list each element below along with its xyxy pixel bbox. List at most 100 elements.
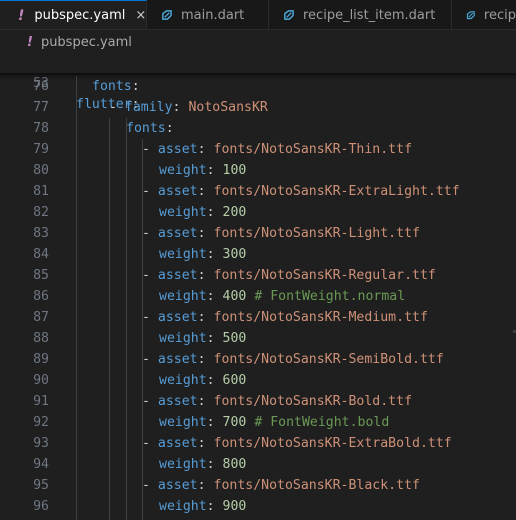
colon: :: [197, 226, 206, 241]
code-text: - asset: fonts/NotoSansKR-Light.ttf: [142, 223, 420, 244]
yaml-value: fonts/NotoSansKR-Thin.ttf: [213, 142, 413, 157]
yaml-value: 100: [222, 163, 247, 178]
yaml-value: fonts/NotoSansKR-Regular.ttf: [213, 268, 436, 283]
code-text: weight: 600: [159, 370, 246, 391]
colon: :: [172, 100, 181, 115]
code-line[interactable]: 85 - asset: fonts/NotoSansKR-Regular.ttf: [0, 265, 516, 286]
code-text: weight: 700 # FontWeight.bold: [159, 412, 389, 433]
dart-icon: [162, 9, 172, 20]
yaml-key: weight: [159, 289, 207, 304]
code-text: - asset: fonts/NotoSansKR-SemiBold.ttf: [142, 349, 444, 370]
code-text: - asset: fonts/NotoSansKR-Black.ttf: [142, 475, 420, 496]
yaml-key: weight: [159, 415, 207, 430]
yaml-value: 300: [222, 247, 247, 262]
list-dash: -: [142, 436, 150, 451]
yaml-key: asset: [157, 268, 198, 283]
code-line[interactable]: 84 weight: 300: [0, 244, 516, 265]
colon: :: [131, 79, 140, 94]
code-line[interactable]: 77 - family: NotoSansKR: [0, 97, 516, 118]
yaml-key: asset: [157, 142, 198, 157]
code-line[interactable]: 91 - asset: fonts/NotoSansKR-Bold.ttf: [0, 391, 516, 412]
sticky-scroll-line[interactable]: 53 flutter:: [0, 52, 516, 112]
colon: :: [206, 457, 215, 472]
list-dash: -: [109, 100, 117, 115]
editor-tab-bar: ! pubspec.yaml × main.dart recipe_list_i…: [0, 0, 516, 30]
colon: :: [206, 289, 215, 304]
yaml-value: fonts/NotoSansKR-Black.ttf: [213, 478, 420, 493]
tab-recipe-truncated[interactable]: recip: [452, 0, 516, 29]
close-icon[interactable]: ×: [135, 8, 146, 23]
colon: :: [197, 310, 206, 325]
yaml-file-icon: !: [18, 7, 25, 24]
code-editor[interactable]: 53 flutter: 76 fonts: 77 - family: NotoSans…: [0, 52, 516, 520]
yaml-file-icon: !: [27, 34, 33, 50]
dart-icon: [466, 10, 475, 19]
colon: :: [197, 478, 206, 493]
code-text: - asset: fonts/NotoSansKR-Regular.ttf: [142, 265, 436, 286]
code-text: weight: 800: [159, 454, 246, 475]
code-line[interactable]: 95 - asset: fonts/NotoSansKR-Black.ttf: [0, 475, 516, 496]
colon: :: [197, 142, 206, 157]
code-line[interactable]: 89 - asset: fonts/NotoSansKR-SemiBold.ttf: [0, 349, 516, 370]
code-line[interactable]: 93 - asset: fonts/NotoSansKR-ExtraBold.tt…: [0, 433, 516, 454]
colon: :: [206, 163, 215, 178]
colon: :: [165, 121, 174, 136]
list-dash: -: [142, 184, 150, 199]
line-number: 83: [33, 226, 49, 241]
code-line[interactable]: 90 weight: 600: [0, 370, 516, 391]
tab-label: recip: [483, 7, 516, 23]
code-line[interactable]: 94 weight: 800: [0, 454, 516, 475]
colon: :: [197, 394, 206, 409]
list-dash: -: [142, 226, 150, 241]
tab-label: main.dart: [181, 7, 245, 23]
code-text: weight: 300: [159, 244, 246, 265]
code-line[interactable]: 86 weight: 400 # FontWeight.normal: [0, 286, 516, 307]
colon: :: [206, 331, 215, 346]
line-number: 94: [33, 457, 49, 472]
code-line[interactable]: 78 fonts:: [0, 118, 516, 139]
yaml-key: family: [124, 100, 173, 115]
yaml-key: weight: [159, 205, 207, 220]
line-number: 81: [33, 184, 49, 199]
yaml-key: fonts: [92, 79, 132, 94]
colon: :: [206, 499, 215, 514]
yaml-key: asset: [157, 352, 198, 367]
code-line[interactable]: 92 weight: 700 # FontWeight.bold: [0, 412, 516, 433]
tab-main-dart[interactable]: main.dart: [147, 0, 269, 29]
tab-pubspec-yaml[interactable]: ! pubspec.yaml ×: [0, 0, 147, 29]
code-line[interactable]: 76 fonts:: [0, 76, 516, 97]
yaml-value: 700: [222, 415, 247, 430]
code-line[interactable]: 81 - asset: fonts/NotoSansKR-ExtraLight.t…: [0, 181, 516, 202]
code-line[interactable]: 96 weight: 900: [0, 496, 516, 517]
code-line[interactable]: 88 weight: 500: [0, 328, 516, 349]
code-text: fonts:: [126, 118, 174, 139]
yaml-key: weight: [159, 163, 207, 178]
code-line[interactable]: 87 - asset: fonts/NotoSansKR-Medium.ttf: [0, 307, 516, 328]
line-number: 79: [33, 142, 49, 157]
line-number: 87: [33, 310, 49, 325]
list-dash: -: [142, 310, 150, 325]
yaml-key: asset: [157, 436, 198, 451]
tab-label: recipe_list_item.dart: [303, 7, 436, 23]
yaml-key: fonts: [126, 121, 166, 136]
breadcrumb-file[interactable]: pubspec.yaml: [41, 35, 132, 50]
code-text: weight: 200: [159, 202, 246, 223]
tab-recipe-list-item-dart[interactable]: recipe_list_item.dart: [269, 0, 452, 29]
line-number: 85: [33, 268, 49, 283]
yaml-value: fonts/NotoSansKR-Bold.ttf: [213, 394, 413, 409]
yaml-value: fonts/NotoSansKR-Light.ttf: [213, 226, 420, 241]
line-number: 78: [33, 121, 49, 136]
code-line[interactable]: 79 - asset: fonts/NotoSansKR-Thin.ttf: [0, 139, 516, 160]
yaml-key: asset: [157, 184, 198, 199]
line-number: 91: [33, 394, 49, 409]
line-number: 88: [33, 331, 49, 346]
code-line[interactable]: 80 weight: 100: [0, 160, 516, 181]
colon: :: [206, 415, 215, 430]
yaml-key: weight: [159, 247, 207, 262]
colon: :: [206, 247, 215, 262]
colon: :: [206, 373, 215, 388]
code-line[interactable]: 83 - asset: fonts/NotoSansKR-Light.ttf: [0, 223, 516, 244]
list-dash: -: [142, 478, 150, 493]
code-line[interactable]: 82 weight: 200: [0, 202, 516, 223]
yaml-value: fonts/NotoSansKR-Medium.ttf: [213, 310, 428, 325]
